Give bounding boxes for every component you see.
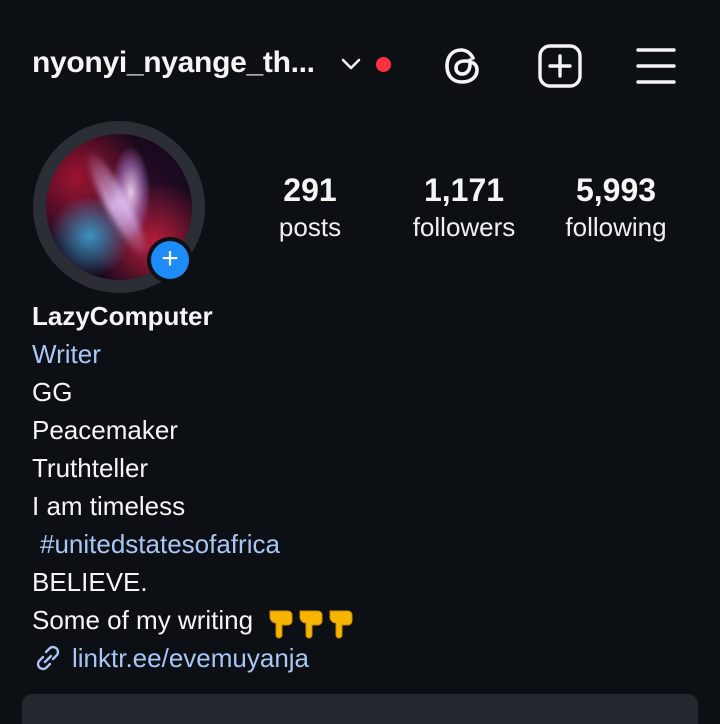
- writing-line: Some of my writing: [32, 601, 358, 639]
- bio-line: Peacemaker: [32, 415, 178, 445]
- hashtag-link[interactable]: #unitedstatesofafrica: [32, 525, 358, 563]
- display-name: LazyComputer: [32, 301, 213, 331]
- followers-stat[interactable]: 1,171 followers: [400, 170, 528, 244]
- menu-icon[interactable]: [632, 42, 680, 90]
- profile-header: nyonyi_nyange_th...: [0, 0, 720, 130]
- bio-line: BELIEVE.: [32, 567, 148, 597]
- notification-dot: [376, 57, 391, 72]
- chevron-down-icon[interactable]: [340, 56, 362, 72]
- profile-category[interactable]: Writer: [32, 335, 358, 373]
- link-icon: [36, 645, 60, 671]
- link-text: linktr.ee/evemuyanja: [72, 643, 310, 674]
- following-label: following: [565, 212, 667, 242]
- writing-text: Some of my writing: [32, 605, 254, 635]
- posts-count: 291: [283, 172, 337, 208]
- username-title[interactable]: nyonyi_nyange_th...: [32, 46, 315, 80]
- bio-line: Truthteller: [32, 453, 149, 483]
- posts-label: posts: [278, 212, 342, 242]
- posts-stat[interactable]: 291 posts: [260, 170, 360, 244]
- pointing-down-emoji-icon: [269, 610, 353, 639]
- add-story-button[interactable]: +: [147, 237, 193, 283]
- followers-label: followers: [412, 212, 516, 242]
- followers-count: 1,171: [423, 172, 505, 208]
- threads-icon[interactable]: [440, 42, 488, 90]
- bio-line: I am timeless: [32, 491, 186, 521]
- external-link[interactable]: linktr.ee/evemuyanja: [32, 639, 358, 677]
- following-stat[interactable]: 5,993 following: [552, 170, 680, 244]
- edit-profile-bar[interactable]: [22, 694, 698, 724]
- following-count: 5,993: [575, 172, 657, 208]
- profile-bio: LazyComputer Writer GG Peacemaker Trutht…: [32, 297, 358, 677]
- create-post-icon[interactable]: [536, 42, 584, 90]
- add-icon: +: [151, 241, 189, 279]
- bio-line: GG: [32, 377, 73, 407]
